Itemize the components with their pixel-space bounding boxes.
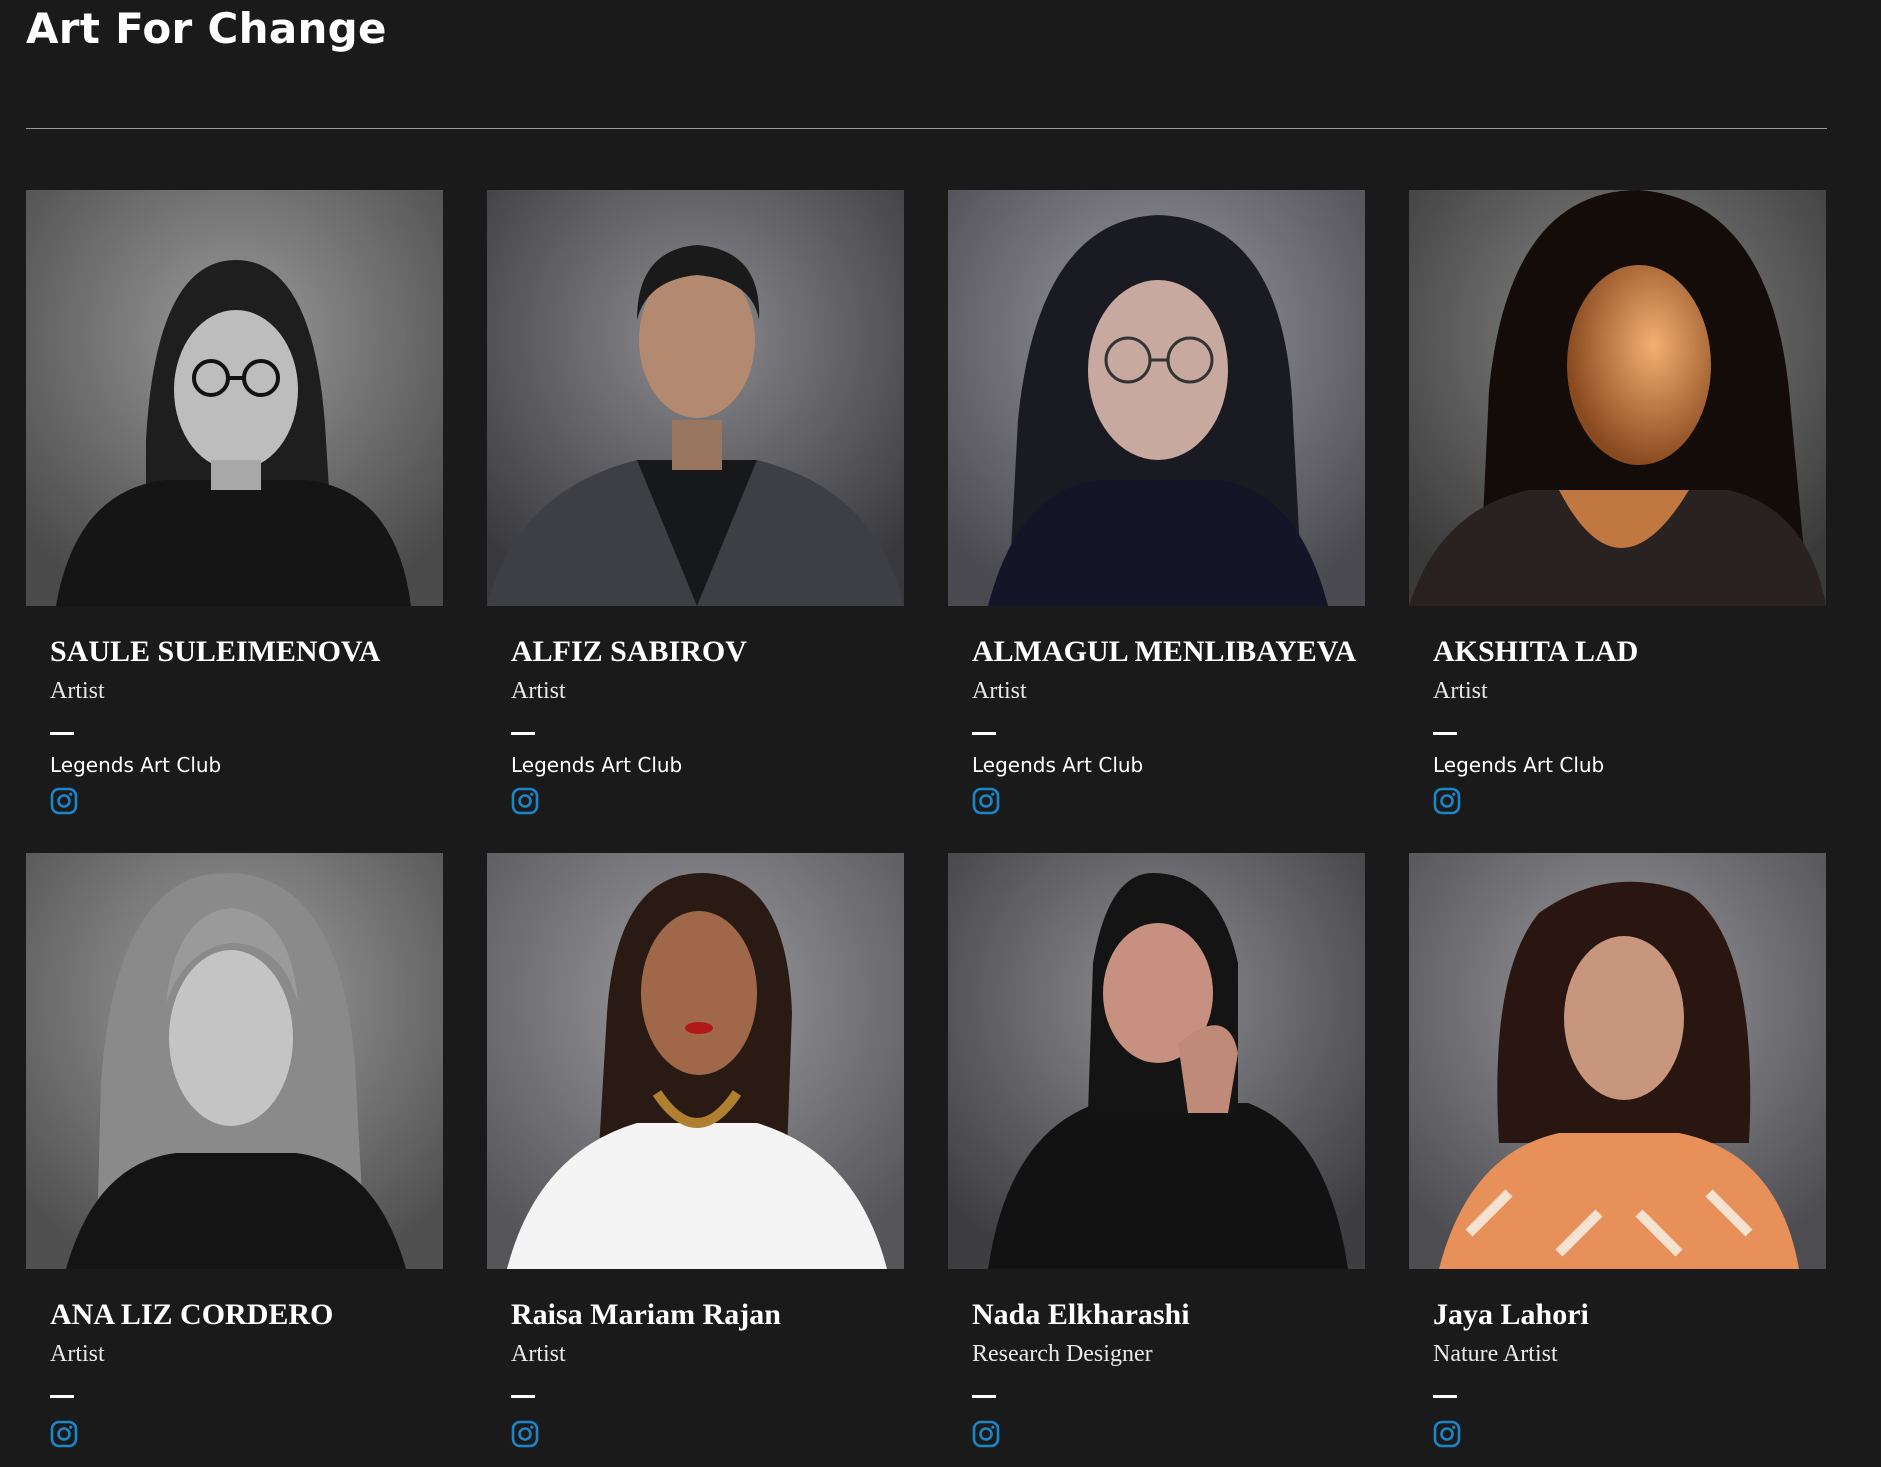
portrait-image	[948, 190, 1365, 606]
person-name[interactable]: Raisa Mariam Rajan	[511, 1297, 904, 1333]
portrait-image	[948, 853, 1365, 1269]
person-info: ALFIZ SABIROV Artist Legends Art Club	[487, 606, 904, 815]
separator-dash	[1433, 732, 1457, 735]
person-info: Nada Elkharashi Research Designer	[948, 1269, 1365, 1448]
person-name[interactable]: Nada Elkharashi	[972, 1297, 1365, 1333]
page: Art For Change SAULE SULEIMENOVA Artist …	[0, 0, 1881, 1467]
person-card: Jaya Lahori Nature Artist	[1409, 853, 1826, 1467]
person-photo[interactable]	[1409, 190, 1826, 606]
instagram-icon[interactable]	[50, 787, 78, 815]
portrait-image	[487, 190, 904, 606]
instagram-icon[interactable]	[511, 787, 539, 815]
person-role: Nature Artist	[1433, 1341, 1558, 1367]
person-name[interactable]: ALMAGUL MENLIBAYEVA	[972, 634, 1365, 670]
person-card: Nada Elkharashi Research Designer	[948, 853, 1365, 1467]
person-photo[interactable]	[26, 190, 443, 606]
person-card: SAULE SULEIMENOVA Artist Legends Art Clu…	[26, 190, 443, 853]
person-info: Jaya Lahori Nature Artist	[1409, 1269, 1826, 1448]
separator-dash	[1433, 1395, 1457, 1398]
person-card: ANA LIZ CORDERO Artist	[26, 853, 443, 1467]
people-grid: SAULE SULEIMENOVA Artist Legends Art Clu…	[26, 190, 1827, 1467]
person-photo[interactable]	[487, 853, 904, 1269]
person-photo[interactable]	[948, 853, 1365, 1269]
person-info: Raisa Mariam Rajan Artist	[487, 1269, 904, 1448]
separator-dash	[511, 732, 535, 735]
portrait-image	[1409, 190, 1826, 606]
person-name[interactable]: AKSHITA LAD	[1433, 634, 1826, 670]
instagram-icon[interactable]	[972, 1420, 1000, 1448]
person-info: ANA LIZ CORDERO Artist	[26, 1269, 443, 1448]
person-role: Artist	[972, 678, 1027, 704]
instagram-icon[interactable]	[511, 1420, 539, 1448]
separator-dash	[50, 1395, 74, 1398]
instagram-icon[interactable]	[50, 1420, 78, 1448]
person-card: Raisa Mariam Rajan Artist	[487, 853, 904, 1467]
page-title: Art For Change	[26, 4, 387, 53]
person-card: ALFIZ SABIROV Artist Legends Art Club	[487, 190, 904, 853]
instagram-icon[interactable]	[1433, 787, 1461, 815]
person-role: Artist	[1433, 678, 1488, 704]
separator-dash	[50, 732, 74, 735]
portrait-image	[1409, 853, 1826, 1269]
person-card: ALMAGUL MENLIBAYEVA Artist Legends Art C…	[948, 190, 1365, 853]
separator-dash	[972, 732, 996, 735]
person-role: Artist	[50, 1341, 105, 1367]
person-name[interactable]: Jaya Lahori	[1433, 1297, 1826, 1333]
person-role: Research Designer	[972, 1341, 1153, 1367]
person-club: Legends Art Club	[50, 753, 222, 777]
portrait-image	[26, 190, 443, 606]
instagram-icon[interactable]	[1433, 1420, 1461, 1448]
separator-dash	[972, 1395, 996, 1398]
person-club: Legends Art Club	[1433, 753, 1605, 777]
person-club: Legends Art Club	[972, 753, 1144, 777]
person-name[interactable]: ALFIZ SABIROV	[511, 634, 904, 670]
person-role: Artist	[50, 678, 105, 704]
separator-dash	[511, 1395, 535, 1398]
person-role: Artist	[511, 1341, 566, 1367]
person-photo[interactable]	[487, 190, 904, 606]
person-name[interactable]: ANA LIZ CORDERO	[50, 1297, 443, 1333]
person-photo[interactable]	[26, 853, 443, 1269]
instagram-icon[interactable]	[972, 787, 1000, 815]
person-info: AKSHITA LAD Artist Legends Art Club	[1409, 606, 1826, 815]
person-role: Artist	[511, 678, 566, 704]
person-info: SAULE SULEIMENOVA Artist Legends Art Clu…	[26, 606, 443, 815]
person-card: AKSHITA LAD Artist Legends Art Club	[1409, 190, 1826, 853]
person-name[interactable]: SAULE SULEIMENOVA	[50, 634, 443, 670]
portrait-image	[26, 853, 443, 1269]
person-club: Legends Art Club	[511, 753, 683, 777]
person-info: ALMAGUL MENLIBAYEVA Artist Legends Art C…	[948, 606, 1365, 815]
portrait-image	[487, 853, 904, 1269]
person-photo[interactable]	[948, 190, 1365, 606]
person-photo[interactable]	[1409, 853, 1826, 1269]
title-divider	[26, 128, 1827, 129]
